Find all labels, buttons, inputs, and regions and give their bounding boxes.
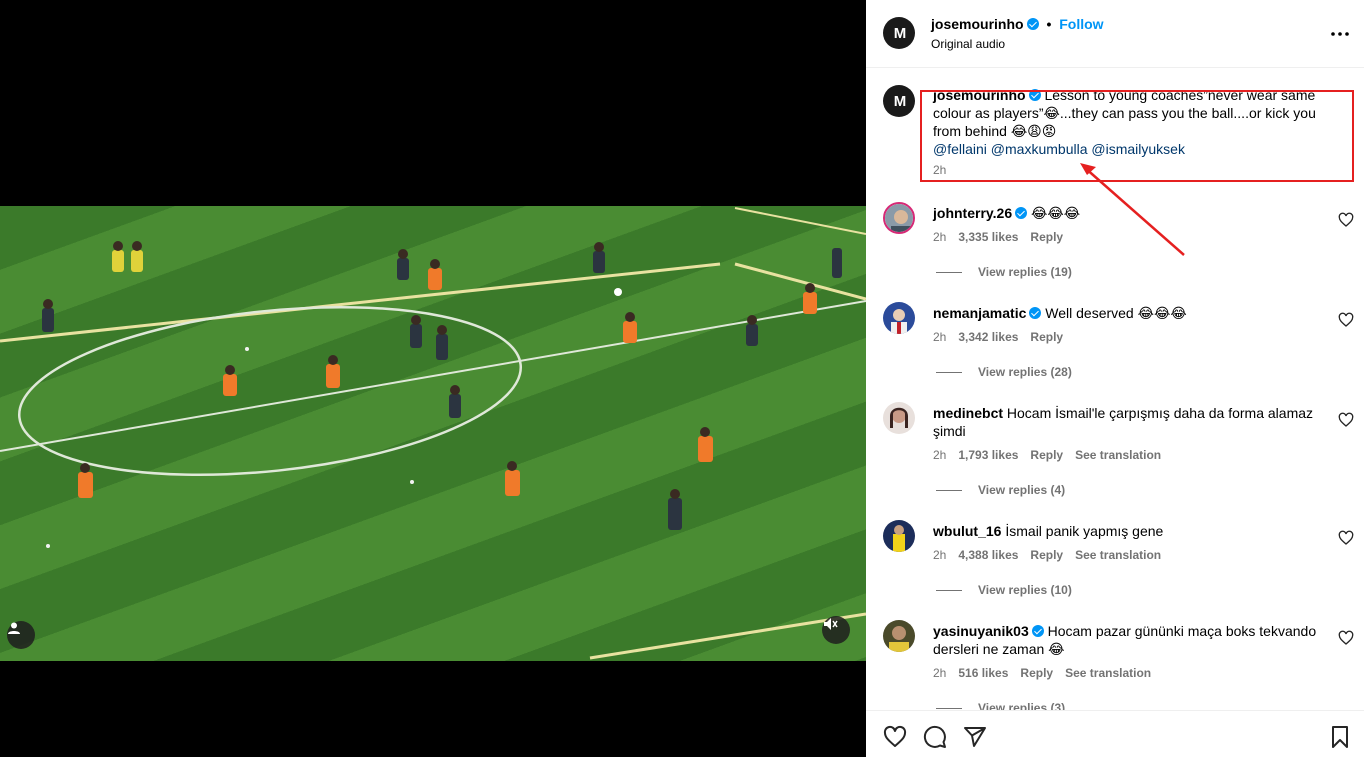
comment-avatar[interactable]: [883, 520, 915, 552]
verified-badge-icon: [1031, 625, 1044, 637]
view-replies-button[interactable]: View replies (19): [936, 265, 1072, 279]
comment-time[interactable]: 2h: [933, 230, 946, 244]
user-tag-icon: [8, 622, 20, 634]
reply-button[interactable]: Reply: [1030, 330, 1063, 344]
author-avatar[interactable]: M: [883, 17, 915, 49]
post-header: M josemourinho • Follow Original audio: [866, 0, 1364, 68]
view-replies-button[interactable]: View replies (28): [936, 365, 1072, 379]
reply-button[interactable]: Reply: [1030, 548, 1063, 562]
avatar-initials: M: [893, 24, 906, 42]
audio-label[interactable]: Original audio: [931, 37, 1005, 51]
heart-icon[interactable]: [1338, 630, 1354, 646]
profile-photo: [883, 520, 915, 552]
comment-body: yasinuyanik03 Hocam pazar gününki maça b…: [933, 622, 1323, 658]
more-options-icon: [1331, 32, 1349, 36]
heart-icon[interactable]: [1338, 212, 1354, 228]
heart-icon[interactable]: [1338, 312, 1354, 328]
comment-username[interactable]: wbulut_16: [933, 523, 1001, 539]
avatar-initials: M: [893, 92, 906, 110]
verified-badge-icon: [1015, 207, 1028, 219]
profile-photo: [883, 302, 915, 334]
share-icon[interactable]: [963, 725, 987, 749]
video-player[interactable]: [0, 206, 866, 661]
comment-body: johnterry.26 😂😂😂: [933, 204, 1323, 222]
comment-time[interactable]: 2h: [933, 666, 946, 680]
comment-likes[interactable]: 1,793 likes: [958, 448, 1018, 462]
comment-username[interactable]: medinebct: [933, 405, 1003, 421]
comment-icon[interactable]: [923, 725, 947, 749]
comment-avatar[interactable]: [883, 202, 915, 234]
author-line: josemourinho • Follow: [931, 16, 1104, 32]
comment-meta: 2h 516 likes Reply See translation: [933, 666, 1151, 680]
author-username[interactable]: josemourinho: [931, 16, 1024, 32]
reply-button[interactable]: Reply: [1020, 666, 1053, 680]
comment-text: 😂😂😂: [1031, 205, 1081, 221]
comment-time[interactable]: 2h: [933, 448, 946, 462]
comment-avatar[interactable]: [883, 302, 915, 334]
view-replies-button[interactable]: View replies (3): [936, 701, 1065, 710]
comment-time[interactable]: 2h: [933, 330, 946, 344]
muted-speaker-icon: [824, 618, 838, 630]
reply-button[interactable]: Reply: [1030, 230, 1063, 244]
view-replies-button[interactable]: View replies (4): [936, 483, 1065, 497]
comment-likes[interactable]: 516 likes: [958, 666, 1008, 680]
view-replies-button[interactable]: View replies (10): [936, 583, 1072, 597]
follow-button[interactable]: Follow: [1059, 16, 1103, 32]
comment-meta: 2h 3,335 likes Reply: [933, 230, 1063, 244]
comment-body: nemanjamatic Well deserved 😂😂😂: [933, 304, 1323, 322]
comment-likes[interactable]: 4,388 likes: [958, 548, 1018, 562]
comment-text: Well deserved 😂😂😂: [1045, 305, 1187, 321]
heart-icon[interactable]: [1338, 530, 1354, 546]
comment-likes[interactable]: 3,335 likes: [958, 230, 1018, 244]
mute-button[interactable]: [822, 616, 850, 644]
profile-photo: [883, 620, 915, 652]
see-translation-button[interactable]: See translation: [1075, 448, 1161, 462]
profile-photo: [883, 402, 915, 434]
verified-badge-icon: [1029, 307, 1042, 319]
comment-username[interactable]: johnterry.26: [933, 205, 1012, 221]
heart-icon[interactable]: [883, 725, 907, 749]
comment-meta: 2h 3,342 likes Reply: [933, 330, 1063, 344]
caption-author-avatar[interactable]: M: [883, 85, 915, 117]
more-options-button[interactable]: [1328, 22, 1352, 46]
reply-button[interactable]: Reply: [1030, 448, 1063, 462]
bookmark-icon[interactable]: [1328, 725, 1352, 749]
comments-list[interactable]: M josemourinho Lesson to young coaches”n…: [866, 69, 1364, 710]
comment-meta: 2h 1,793 likes Reply See translation: [933, 448, 1161, 462]
comment-avatar[interactable]: [883, 402, 915, 434]
verified-badge-icon: [1026, 18, 1039, 30]
comment-text: İsmail panik yapmış gene: [1005, 523, 1164, 539]
separator-dot: •: [1046, 16, 1052, 32]
comment-avatar[interactable]: [883, 620, 915, 652]
comment-time[interactable]: 2h: [933, 548, 946, 562]
post-media: [0, 0, 866, 757]
comment-username[interactable]: yasinuyanik03: [933, 623, 1029, 639]
profile-photo: [885, 204, 913, 232]
comment-body: medinebct Hocam İsmail'le çarpışmış daha…: [933, 404, 1323, 440]
comment-body: wbulut_16 İsmail panik yapmış gene: [933, 522, 1323, 540]
football-pitch-video-frame: [0, 207, 866, 660]
post-side-panel: M josemourinho • Follow Original audio M…: [866, 0, 1364, 757]
see-translation-button[interactable]: See translation: [1075, 548, 1161, 562]
tag-button[interactable]: [7, 621, 35, 649]
heart-icon[interactable]: [1338, 412, 1354, 428]
comment-meta: 2h 4,388 likes Reply See translation: [933, 548, 1161, 562]
see-translation-button[interactable]: See translation: [1065, 666, 1151, 680]
comment-likes[interactable]: 3,342 likes: [958, 330, 1018, 344]
post-action-bar: [866, 710, 1364, 757]
comment-username[interactable]: nemanjamatic: [933, 305, 1026, 321]
